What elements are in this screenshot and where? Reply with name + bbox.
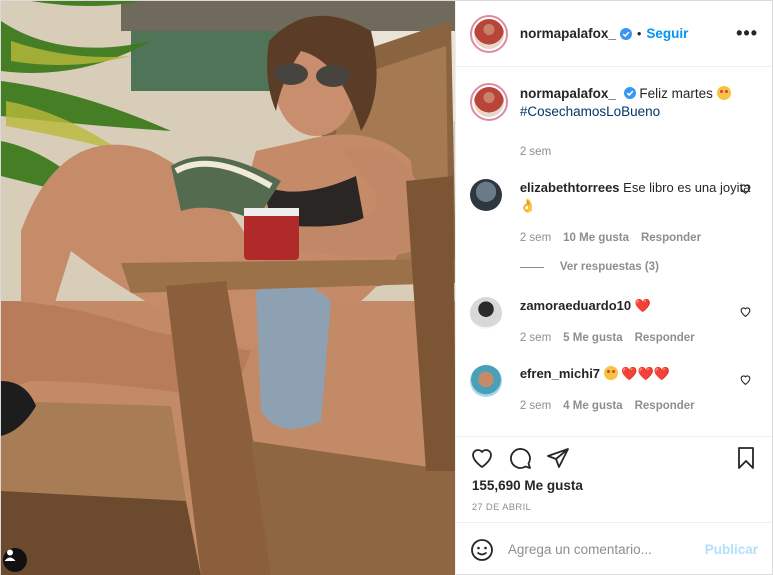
heart-icon[interactable] (470, 446, 494, 470)
comment-like-heart-icon[interactable] (739, 305, 752, 318)
comment-likes[interactable]: 5 Me gusta (563, 329, 622, 347)
comments-list[interactable]: normapalafox_ Feliz martes #CosechamosLo… (456, 67, 772, 436)
comment-item: zamoraeduardo10 ❤️ 2 sem 5 Me gusta Resp… (469, 297, 756, 347)
publish-button[interactable]: Publicar (705, 542, 758, 557)
separator-dot: • (636, 26, 642, 41)
post-header: normapalafox_ • Seguir ••• (455, 1, 772, 67)
user-tag-button[interactable] (3, 548, 27, 572)
reply-button[interactable]: Responder (641, 229, 701, 247)
post-side-panel: normapalafox_ • Seguir ••• normapalafox_ (454, 1, 772, 575)
post-container: normapalafox_ • Seguir ••• normapalafox_ (0, 0, 773, 575)
reply-button[interactable]: Responder (635, 397, 695, 415)
more-options-button[interactable]: ••• (736, 23, 758, 44)
comment-avatar[interactable] (469, 179, 502, 211)
author-username[interactable]: normapalafox_ (520, 26, 616, 41)
follow-button[interactable]: Seguir (646, 26, 688, 41)
user-tag-icon (4, 549, 16, 561)
comment-icon[interactable] (508, 446, 532, 470)
caption-time[interactable]: 2 sem (520, 143, 551, 161)
heart-eyes-emoji-icon (603, 366, 618, 380)
comment-likes[interactable]: 10 Me gusta (563, 229, 629, 247)
comment-text: ❤️ (634, 298, 651, 313)
bookmark-icon[interactable] (734, 446, 758, 470)
comment-time[interactable]: 2 sem (520, 229, 551, 247)
comment-text: ❤️❤️❤️ (621, 366, 670, 381)
caption-username[interactable]: normapalafox_ (520, 86, 616, 101)
comment-time[interactable]: 2 sem (520, 397, 551, 415)
add-comment-bar: Publicar (455, 522, 772, 575)
comment-username[interactable]: efren_michi7 (520, 366, 600, 381)
comment-avatar[interactable] (469, 297, 502, 329)
comment-like-heart-icon[interactable] (739, 182, 752, 195)
comment-time[interactable]: 2 sem (520, 329, 551, 347)
post-date[interactable]: 27 DE ABRIL (456, 498, 772, 522)
comment-like-heart-icon[interactable] (739, 373, 752, 386)
comment-username[interactable]: elizabethtorrees (520, 180, 620, 195)
action-bar (455, 436, 772, 478)
comment-input[interactable] (507, 542, 705, 557)
comment-item: elizabethtorrees Ese libro es una joyita… (469, 179, 756, 247)
caption: normapalafox_ Feliz martes #CosechamosLo… (469, 83, 756, 161)
verified-icon (619, 27, 632, 40)
author-avatar[interactable] (469, 14, 508, 53)
caption-avatar[interactable] (469, 83, 508, 121)
comment-likes[interactable]: 4 Me gusta (563, 397, 622, 415)
caption-text: Feliz martes (639, 86, 713, 101)
photo-illustration (1, 1, 455, 575)
caption-hashtag[interactable]: #CosechamosLoBueno (520, 103, 756, 121)
comment-item: efren_michi7 ❤️❤️❤️ 2 sem 4 Me gusta Res… (469, 365, 756, 415)
verified-icon (623, 87, 636, 99)
view-replies-button[interactable]: Ver respuestas (3) (519, 261, 756, 273)
emoji-icon[interactable] (470, 538, 494, 562)
share-icon[interactable] (546, 446, 570, 470)
reply-button[interactable]: Responder (635, 329, 695, 347)
comment-avatar[interactable] (469, 365, 502, 397)
view-replies-label: Ver respuestas (3) (559, 261, 659, 273)
likes-count[interactable]: 155,690 Me gusta (456, 478, 772, 498)
heart-eyes-emoji-icon (716, 86, 731, 100)
post-photo[interactable] (1, 1, 455, 575)
comment-username[interactable]: zamoraeduardo10 (520, 298, 631, 313)
